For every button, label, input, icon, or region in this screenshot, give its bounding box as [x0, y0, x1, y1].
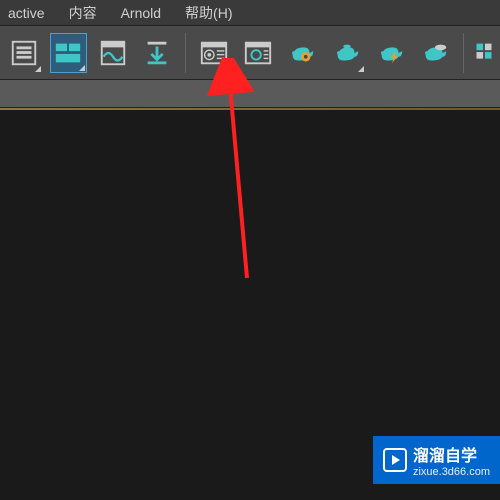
teapot-gear-icon [287, 38, 317, 68]
menu-help[interactable]: 帮助(H) [185, 3, 232, 23]
menu-content[interactable]: 内容 [69, 3, 97, 23]
teapot-icon [332, 38, 362, 68]
teapot-cloud-icon [420, 38, 450, 68]
download-icon [142, 38, 172, 68]
render-setup-icon [199, 38, 229, 68]
teapot-gear-button[interactable] [284, 33, 320, 73]
watermark-url: zixue.3d66.com [413, 466, 490, 478]
panels-icon [53, 38, 83, 68]
menu-bar: active 内容 Arnold 帮助(H) [0, 0, 500, 26]
wave-window-icon [98, 38, 128, 68]
render-frame-icon [243, 38, 273, 68]
download-button[interactable] [139, 33, 175, 73]
wave-window-button[interactable] [95, 33, 131, 73]
layers-icon [9, 38, 39, 68]
render-setup-button[interactable] [196, 33, 232, 73]
toolbar-divider [185, 33, 186, 73]
panels-button[interactable] [50, 33, 86, 73]
teapot-button[interactable] [329, 33, 365, 73]
watermark: 溜溜自学 zixue.3d66.com [373, 436, 500, 484]
layers-button[interactable] [6, 33, 42, 73]
toolbar-divider-2 [463, 33, 464, 73]
play-icon [383, 448, 407, 472]
teapot-bolt-button[interactable] [373, 33, 409, 73]
grid-button[interactable] [474, 33, 494, 73]
grid-icon [474, 38, 494, 68]
teapot-bolt-icon [376, 38, 406, 68]
main-toolbar [0, 26, 500, 80]
teapot-cloud-button[interactable] [417, 33, 453, 73]
render-frame-button[interactable] [240, 33, 276, 73]
toolbar-secondary [0, 80, 500, 108]
menu-arnold[interactable]: Arnold [121, 5, 161, 21]
menu-active[interactable]: active [8, 5, 45, 21]
watermark-brand: 溜溜自学 [413, 448, 477, 465]
